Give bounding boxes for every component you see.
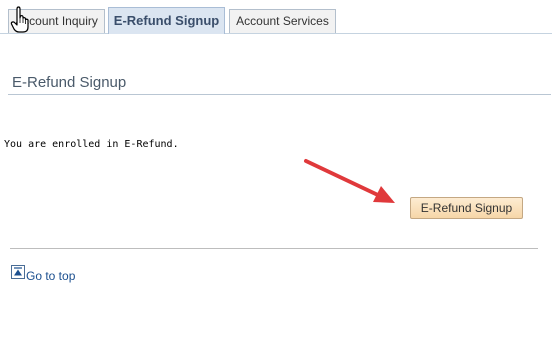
go-to-top-label: Go to top — [26, 269, 76, 283]
title-divider — [8, 94, 551, 95]
red-arrow-annotation — [304, 159, 395, 203]
tab-label: Account Services — [236, 14, 329, 28]
page-title: E-Refund Signup — [12, 74, 127, 91]
tab-bar: Account Inquiry E-Refund Signup Account … — [0, 0, 552, 34]
hand-pointer-icon — [10, 6, 29, 33]
tab-e-refund-signup[interactable]: E-Refund Signup — [108, 7, 225, 34]
arrow-up-icon — [11, 265, 25, 279]
e-refund-signup-button[interactable]: E-Refund Signup — [410, 197, 523, 219]
bottom-divider — [10, 248, 538, 249]
go-to-top-link[interactable]: Go to top — [11, 265, 76, 283]
tab-account-services[interactable]: Account Services — [229, 9, 336, 33]
tab-label: E-Refund Signup — [113, 13, 220, 28]
enrollment-status-text: You are enrolled in E-Refund. — [4, 139, 179, 150]
